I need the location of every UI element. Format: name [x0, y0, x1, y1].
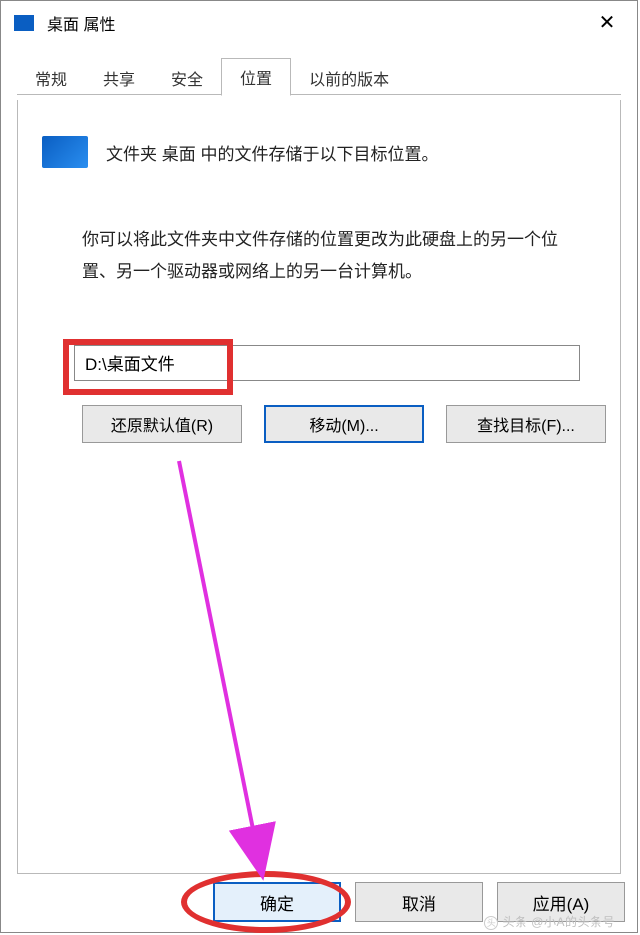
path-area	[74, 345, 580, 381]
title-bar[interactable]: 桌面 属性 ✕	[1, 1, 637, 45]
close-icon: ✕	[599, 13, 616, 33]
close-button[interactable]: ✕	[583, 5, 631, 41]
intro-text: 文件夹 桌面 中的文件存储于以下目标位置。	[106, 140, 438, 165]
location-buttons: 还原默认值(R) 移动(M)... 查找目标(F)...	[82, 405, 596, 443]
window-icon	[13, 14, 35, 32]
intro-row: 文件夹 桌面 中的文件存储于以下目标位置。	[42, 136, 596, 168]
tab-security[interactable]: 安全	[153, 60, 221, 96]
desktop-folder-icon	[42, 136, 88, 168]
description-text: 你可以将此文件夹中文件存储的位置更改为此硬盘上的另一个位置、另一个驱动器或网络上…	[82, 224, 564, 289]
window-title: 桌面 属性	[47, 11, 115, 35]
location-path-input[interactable]	[74, 345, 580, 381]
tab-sharing[interactable]: 共享	[85, 60, 153, 96]
find-target-button[interactable]: 查找目标(F)...	[446, 405, 606, 443]
watermark-text: 头条 @小A的头条号	[502, 915, 615, 929]
tab-location[interactable]: 位置	[221, 58, 291, 96]
ok-button[interactable]: 确定	[213, 882, 341, 922]
move-button[interactable]: 移动(M)...	[264, 405, 424, 443]
restore-default-button[interactable]: 还原默认值(R)	[82, 405, 242, 443]
tab-general[interactable]: 常规	[17, 60, 85, 96]
cancel-button[interactable]: 取消	[355, 882, 483, 922]
watermark: 头头条 @小A的头条号	[484, 913, 615, 930]
tab-strip: 常规 共享 安全 位置 以前的版本	[1, 59, 637, 95]
watermark-icon: 头	[484, 916, 498, 930]
tab-previous-versions[interactable]: 以前的版本	[291, 60, 407, 96]
tab-content-location: 文件夹 桌面 中的文件存储于以下目标位置。 你可以将此文件夹中文件存储的位置更改…	[17, 100, 621, 874]
properties-dialog: 桌面 属性 ✕ 常规 共享 安全 位置 以前的版本 文件夹 桌面 中的文件存储于…	[0, 0, 638, 933]
